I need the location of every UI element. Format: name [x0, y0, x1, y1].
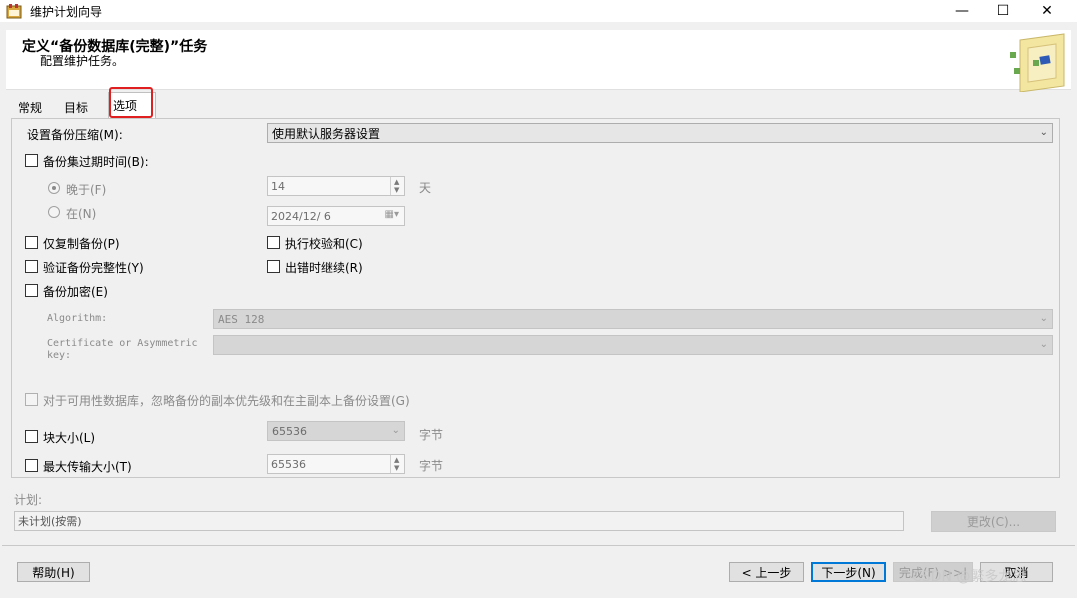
availability-label: 对于可用性数据库，忽略备份的副本优先级和在主副本上备份设置(G): [43, 394, 410, 408]
certificate-select[interactable]: ⌄: [213, 335, 1053, 355]
calendar-icon: ▦▾: [384, 209, 399, 220]
close-button[interactable]: ✕: [1024, 0, 1070, 22]
copy-only-label: 仅复制备份(P): [43, 237, 120, 251]
watermark-text: CSDN @繁多龙思: [912, 569, 1027, 585]
wizard-app-icon: [6, 4, 22, 19]
compression-label: 设置备份压缩(M):: [27, 128, 123, 142]
certificate-label-line2: key:: [47, 350, 72, 361]
expire-after-label: 晚于(F): [66, 183, 107, 197]
encrypt-label: 备份加密(E): [43, 285, 108, 299]
tab-highlight-box: [109, 87, 153, 118]
minimize-button[interactable]: —: [939, 0, 985, 22]
continue-on-error-label: 出错时继续(R): [285, 261, 363, 275]
expire-date-value: 2024/12/ 6: [271, 209, 331, 223]
block-size-unit: 字节: [419, 428, 444, 442]
max-transfer-value: 65536: [271, 457, 306, 471]
tab-general[interactable]: 常规: [14, 96, 46, 118]
spinner-icon[interactable]: ▲ ▼: [390, 455, 404, 473]
expire-days-value: 14: [271, 179, 285, 193]
next-label: 下一步(N): [821, 565, 876, 580]
next-button[interactable]: 下一步(N): [811, 562, 886, 582]
schedule-field: 未计划(按需): [14, 511, 904, 531]
availability-checkbox[interactable]: [25, 393, 38, 406]
help-label: 帮助(H): [32, 565, 75, 580]
schedule-label: 计划:: [14, 493, 43, 507]
max-transfer-label: 最大传输大小(T): [43, 460, 132, 474]
max-transfer-checkbox[interactable]: [25, 459, 38, 472]
chevron-down-icon: ⌄: [391, 425, 400, 436]
chevron-down-icon: ⌄: [1039, 313, 1048, 324]
options-panel: [11, 118, 1060, 478]
checksum-label: 执行校验和(C): [285, 237, 363, 251]
expire-days-unit: 天: [419, 181, 432, 195]
compression-value: 使用默认服务器设置: [272, 126, 381, 141]
wizard-header: 定义“备份数据库(完整)”任务 配置维护任务。: [6, 30, 1071, 92]
certificate-label-line1: Certificate or Asymmetric: [47, 338, 198, 349]
compression-select[interactable]: 使用默认服务器设置 ⌄: [267, 123, 1053, 143]
back-label: < 上一步: [741, 565, 792, 580]
chevron-down-icon: ⌄: [1039, 339, 1048, 350]
tab-general-label: 常规: [18, 100, 43, 115]
maximize-button[interactable]: ☐: [980, 0, 1026, 22]
block-size-select[interactable]: 65536 ⌄: [267, 421, 405, 441]
encrypt-checkbox[interactable]: [25, 284, 38, 297]
expire-date-picker[interactable]: 2024/12/ 6 ▦▾: [267, 206, 405, 226]
back-button[interactable]: < 上一步: [729, 562, 804, 582]
continue-on-error-checkbox[interactable]: [267, 260, 280, 273]
tab-destination-label: 目标: [64, 100, 89, 115]
change-schedule-label: 更改(C)...: [966, 515, 1021, 529]
schedule-value: 未计划(按需): [18, 515, 82, 528]
algorithm-value: AES 128: [218, 312, 265, 326]
change-schedule-button[interactable]: 更改(C)...: [931, 511, 1056, 532]
expire-on-radio[interactable]: [48, 206, 60, 218]
close-icon: ✕: [1041, 3, 1053, 19]
maximize-icon: ☐: [996, 3, 1010, 19]
max-transfer-unit: 字节: [419, 459, 444, 473]
verify-checkbox[interactable]: [25, 260, 38, 273]
expire-after-radio[interactable]: [48, 182, 60, 194]
footer-divider: [2, 545, 1075, 546]
maintenance-plan-icon: [1010, 33, 1065, 92]
help-button[interactable]: 帮助(H): [17, 562, 90, 582]
window-title: 维护计划向导: [30, 5, 103, 19]
page-subtitle: 配置维护任务。: [40, 54, 125, 68]
expire-on-label: 在(N): [66, 207, 97, 221]
title-bar: 维护计划向导 — ☐ ✕: [0, 0, 1077, 22]
block-size-value: 65536: [272, 424, 307, 438]
checksum-checkbox[interactable]: [267, 236, 280, 249]
max-transfer-input[interactable]: 65536 ▲ ▼: [267, 454, 405, 474]
minimize-icon: —: [955, 3, 969, 19]
expire-checkbox[interactable]: [25, 154, 38, 167]
block-size-checkbox[interactable]: [25, 430, 38, 443]
chevron-down-icon: ⌄: [1039, 127, 1048, 138]
expire-days-input[interactable]: 14 ▲ ▼: [267, 176, 405, 196]
verify-label: 验证备份完整性(Y): [43, 261, 144, 275]
spinner-icon[interactable]: ▲ ▼: [390, 177, 404, 195]
copy-only-checkbox[interactable]: [25, 236, 38, 249]
block-size-label: 块大小(L): [43, 431, 96, 445]
tab-destination[interactable]: 目标: [60, 96, 92, 118]
expire-label: 备份集过期时间(B):: [43, 155, 149, 169]
algorithm-select[interactable]: AES 128 ⌄: [213, 309, 1053, 329]
algorithm-label: Algorithm:: [47, 313, 108, 324]
